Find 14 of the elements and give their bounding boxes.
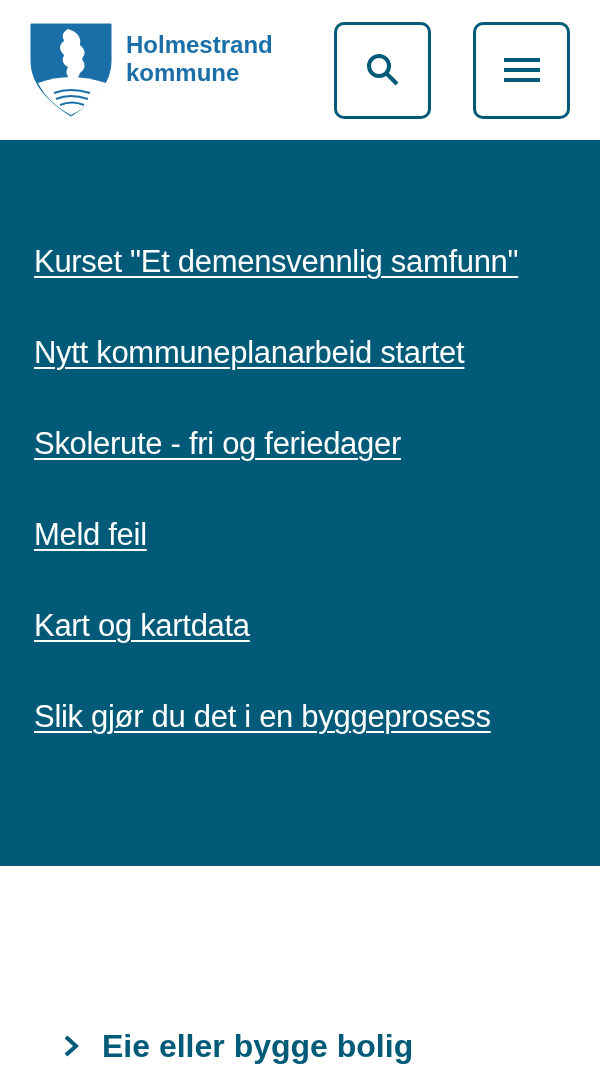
- menu-button[interactable]: [473, 21, 570, 119]
- news-link[interactable]: Skolerute - fri og feriedager: [34, 414, 401, 474]
- news-link[interactable]: Meld feil: [34, 505, 147, 565]
- menu-icon: [503, 57, 540, 83]
- logo-text: Holmestrand: [126, 31, 273, 59]
- search-icon: [364, 52, 401, 88]
- news-link[interactable]: Slik gjør du det i en byggeprosess: [34, 687, 491, 747]
- news-link[interactable]: Kurset "Et demensvennlig samfunn": [34, 232, 519, 292]
- search-button[interactable]: [334, 21, 431, 119]
- logo-text: kommune: [126, 59, 241, 87]
- topic-link[interactable]: Eie eller bygge bolig: [62, 1028, 600, 1064]
- news-link[interactable]: Kart og kartdata: [34, 596, 250, 656]
- news-link[interactable]: Nytt kommuneplanarbeid startet: [34, 323, 465, 383]
- coat-of-arms-icon: [30, 23, 112, 117]
